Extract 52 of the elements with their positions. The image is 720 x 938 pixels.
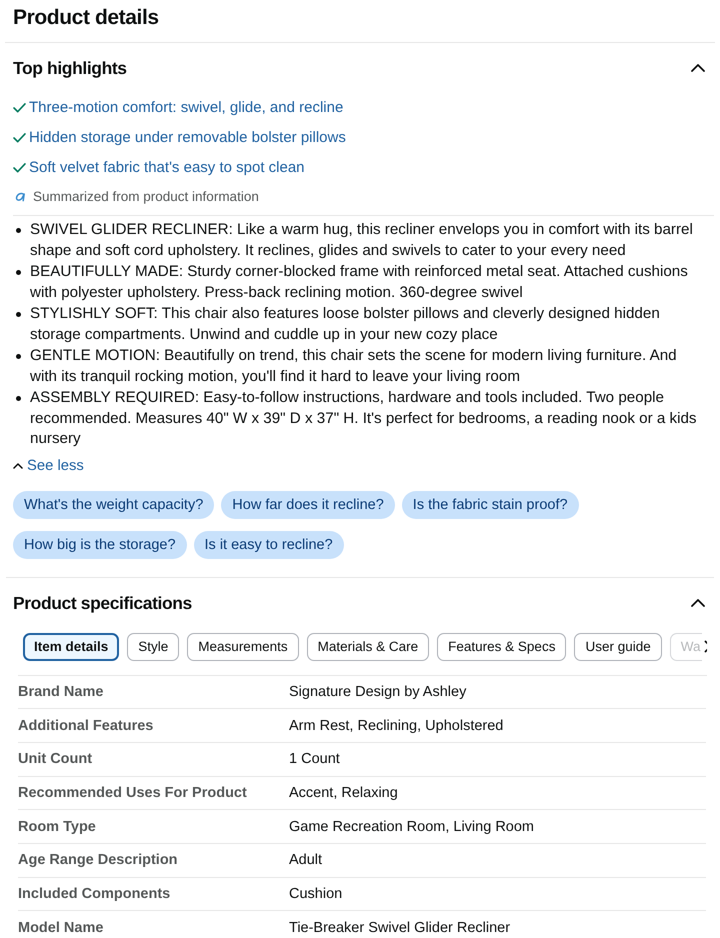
spec-value: Tie-Breaker Swivel Glider Recliner: [289, 920, 510, 936]
question-chip[interactable]: Is the fabric stain proof?: [402, 490, 579, 518]
caret-icon: [13, 462, 23, 468]
chevron-up-icon[interactable]: [691, 598, 705, 606]
spec-value: Adult: [289, 852, 322, 868]
spec-tab[interactable]: Materials & Care: [306, 632, 430, 660]
bullet-text: BEAUTIFULLY MADE: Sturdy corner-blocked frame with reinforced metal seat. Attached cushions with polyester upholstery. Press-back reclining motion. 360-degree swivel: [30, 262, 689, 302]
bullet-text: GENTLE MOTION: Beautifully on trend, this chair sets the scene for modern living furniture. And with its tranquil rocking motion, you'll find it hard to leave your living room: [30, 346, 678, 386]
spec-label: Additional Features: [18, 718, 154, 734]
spec-tab[interactable]: Style: [127, 632, 180, 660]
page-title: Product details: [13, 5, 159, 31]
chevron-up-icon[interactable]: [691, 64, 705, 72]
see-less-link[interactable]: See less: [13, 456, 84, 476]
section-title: Top highlights: [13, 57, 127, 79]
bullet-dot-icon: [16, 396, 21, 401]
spec-label: Unit Count: [18, 751, 94, 768]
spec-label: Included Components: [18, 886, 172, 902]
question-chip[interactable]: What's the weight capacity?: [13, 490, 214, 518]
question-chip[interactable]: How far does it recline?: [221, 490, 395, 518]
check-icon: [13, 103, 26, 113]
spec-value: Game Recreation Room, Living Room: [289, 818, 534, 835]
spec-value: Arm Rest, Reclining, Upholstered: [289, 718, 504, 734]
summary-note: Summarized from product information: [33, 188, 259, 206]
spec-label: Brand Name: [18, 684, 104, 700]
highlight-text: Soft velvet fabric that's easy to spot clean: [29, 158, 305, 178]
bullet-dot-icon: [16, 312, 21, 317]
check-icon: [13, 163, 26, 173]
section-title: Product specifications: [13, 592, 192, 614]
spec-label: Model Name: [18, 920, 104, 936]
spec-label: Age Range Description: [18, 852, 179, 868]
spec-label: Recommended Uses For Product: [18, 784, 248, 801]
bullet-text: ASSEMBLY REQUIRED: Easy-to-follow instructions, hardware and tools included. Two people recommended. Measures 40" W x 39" D x 37" H. It's perfect for bedrooms, a reading nook or a kids nursery: [30, 388, 698, 449]
spec-tab[interactable]: Measurements: [187, 632, 299, 660]
swirl-icon: [15, 192, 26, 202]
spec-tab[interactable]: User guide: [574, 632, 662, 660]
highlight-text: Hidden storage under removable bolster pillows: [29, 128, 346, 148]
bullet-dot-icon: [16, 354, 21, 359]
question-chip[interactable]: Is it easy to recline?: [194, 530, 344, 558]
spec-value: Signature Design by Ashley: [289, 684, 466, 700]
spec-tab[interactable]: Item details: [23, 632, 120, 660]
highlight-text: Three-motion comfort: swivel, glide, and recline: [29, 98, 344, 118]
bullet-dot-icon: [16, 228, 21, 233]
spec-label: Room Type: [18, 818, 97, 835]
bullet-text: SWIVEL GLIDER RECLINER: Like a warm hug, this recliner envelops you in comfort with its barrel shape and soft cord upholstery. It reclines, glides and swivels to cater to your every need: [30, 220, 694, 260]
spec-value: Cushion: [289, 886, 342, 902]
spec-value: 1 Count: [289, 751, 340, 768]
bullet-text: STYLISHLY SOFT: This chair also features loose bolster pillows and cleverly designed hidden storage compartments. Unwind and cuddle up in your new cozy place: [30, 304, 661, 344]
bullet-dot-icon: [16, 270, 21, 275]
spec-value: Accent, Relaxing: [289, 784, 398, 801]
spec-tab[interactable]: Features & Specs: [437, 632, 566, 660]
question-chip[interactable]: How big is the storage?: [13, 530, 187, 558]
check-icon: [13, 133, 26, 143]
